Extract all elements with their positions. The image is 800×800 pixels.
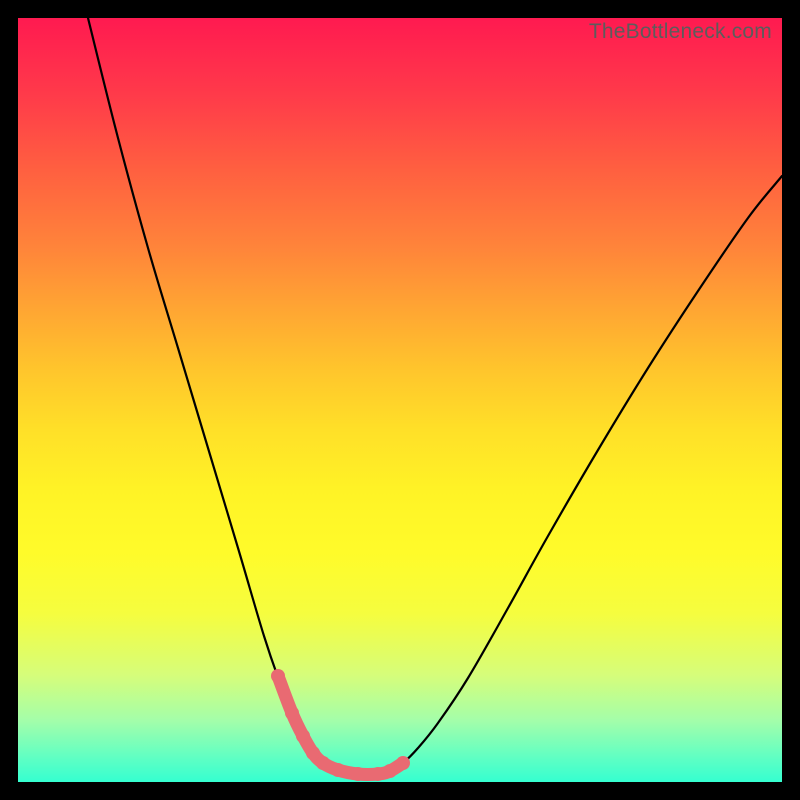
bottleneck-chart-svg bbox=[18, 18, 782, 782]
pink-dot bbox=[296, 729, 310, 743]
bottleneck-curve bbox=[88, 18, 782, 774]
pink-dot bbox=[331, 763, 345, 777]
pink-dot bbox=[383, 764, 397, 778]
pink-dot bbox=[351, 767, 365, 781]
gradient-frame: TheBottleneck.com bbox=[18, 18, 782, 782]
pink-trough-overlay bbox=[278, 676, 403, 774]
pink-dot bbox=[271, 669, 285, 683]
pink-dot bbox=[285, 706, 299, 720]
pink-dot bbox=[371, 767, 385, 781]
pink-dot bbox=[316, 756, 330, 770]
pink-dot bbox=[396, 756, 410, 770]
pink-dot bbox=[306, 746, 320, 760]
